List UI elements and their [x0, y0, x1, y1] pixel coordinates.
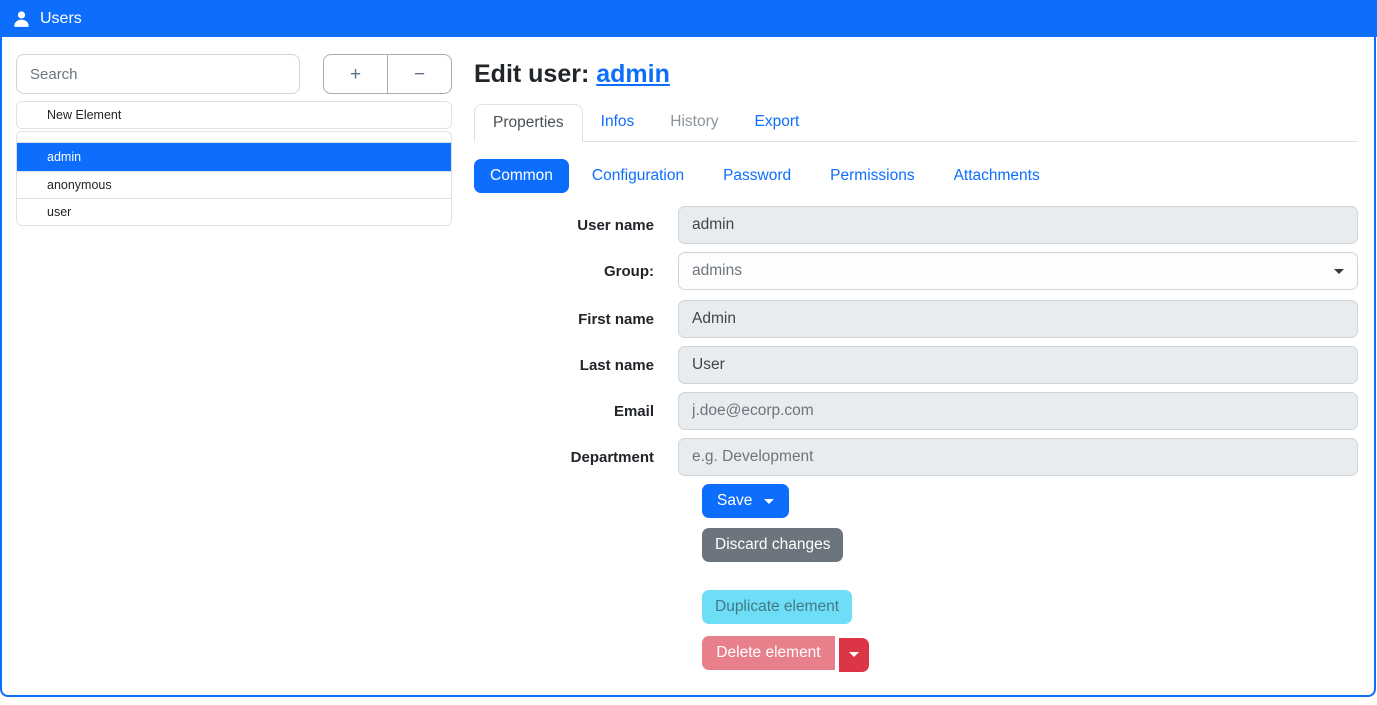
email-field: [678, 392, 1358, 430]
content-container: + − New Element admin anonymous user Edi…: [0, 37, 1376, 697]
delete-button-group: Delete element: [702, 636, 1358, 672]
form-row-firstname: First name: [474, 300, 1358, 338]
list-item-user[interactable]: user: [17, 198, 451, 225]
delete-dropdown-toggle[interactable]: [839, 638, 869, 672]
edited-user-link[interactable]: admin: [596, 60, 670, 88]
caret-down-icon: [849, 652, 859, 657]
pill-attachments[interactable]: Attachments: [938, 159, 1056, 193]
remove-element-button[interactable]: −: [387, 54, 452, 94]
list-item-admin[interactable]: admin: [17, 142, 451, 171]
user-icon: [12, 9, 31, 28]
page-title: Edit user: admin: [474, 60, 1358, 89]
department-label: Department: [474, 449, 678, 466]
form-row-email: Email: [474, 392, 1358, 430]
pill-permissions[interactable]: Permissions: [814, 159, 930, 193]
app-title: Users: [40, 10, 82, 28]
list-item-new-element[interactable]: New Element: [17, 102, 451, 128]
duplicate-element-button: Duplicate element: [702, 590, 852, 624]
email-label: Email: [474, 403, 678, 420]
list-item-anonymous[interactable]: anonymous: [17, 171, 451, 198]
lastname-label: Last name: [474, 357, 678, 374]
sidebar: + − New Element admin anonymous user: [16, 54, 452, 695]
delete-element-button: Delete element: [702, 636, 835, 670]
pill-common[interactable]: Common: [474, 159, 569, 193]
page-title-prefix: Edit user:: [474, 60, 596, 88]
firstname-input: [678, 300, 1358, 338]
username-input: [678, 206, 1358, 244]
group-label: Group:: [474, 263, 678, 280]
user-list: admin anonymous user: [16, 131, 452, 226]
firstname-label: First name: [474, 311, 678, 328]
user-form: User name Group: admins First name Last …: [474, 206, 1358, 672]
top-navbar: Users: [0, 0, 1377, 37]
username-label: User name: [474, 217, 678, 234]
form-row-group: Group: admins: [474, 252, 1358, 290]
new-element-list: New Element: [16, 101, 452, 129]
caret-down-icon: [764, 499, 774, 504]
main-panel: Edit user: admin Properties Infos Histor…: [474, 54, 1358, 695]
form-row-lastname: Last name: [474, 346, 1358, 384]
main-tabs: Properties Infos History Export: [474, 104, 1358, 142]
pill-password[interactable]: Password: [707, 159, 807, 193]
action-buttons: Save Discard changes Duplicate element D…: [702, 484, 1358, 672]
tab-infos[interactable]: Infos: [583, 104, 653, 142]
add-element-button[interactable]: +: [323, 54, 388, 94]
save-button-label: Save: [717, 492, 752, 510]
tab-export[interactable]: Export: [737, 104, 818, 142]
section-pills: Common Configuration Password Permission…: [474, 159, 1358, 193]
list-item-empty: [17, 132, 451, 142]
discard-changes-button[interactable]: Discard changes: [702, 528, 843, 562]
tab-properties[interactable]: Properties: [474, 104, 583, 142]
add-remove-button-group: + −: [323, 54, 452, 94]
form-row-department: Department: [474, 438, 1358, 476]
chevron-down-icon: [1334, 269, 1344, 274]
department-field: [678, 438, 1358, 476]
lastname-input: [678, 346, 1358, 384]
group-select[interactable]: admins: [678, 252, 1358, 290]
tab-history: History: [652, 104, 736, 142]
pill-configuration[interactable]: Configuration: [576, 159, 700, 193]
save-button[interactable]: Save: [702, 484, 789, 518]
form-row-username: User name: [474, 206, 1358, 244]
search-input[interactable]: [16, 54, 300, 94]
sidebar-toolbar: + −: [16, 54, 452, 94]
group-select-value: admins: [692, 262, 742, 280]
